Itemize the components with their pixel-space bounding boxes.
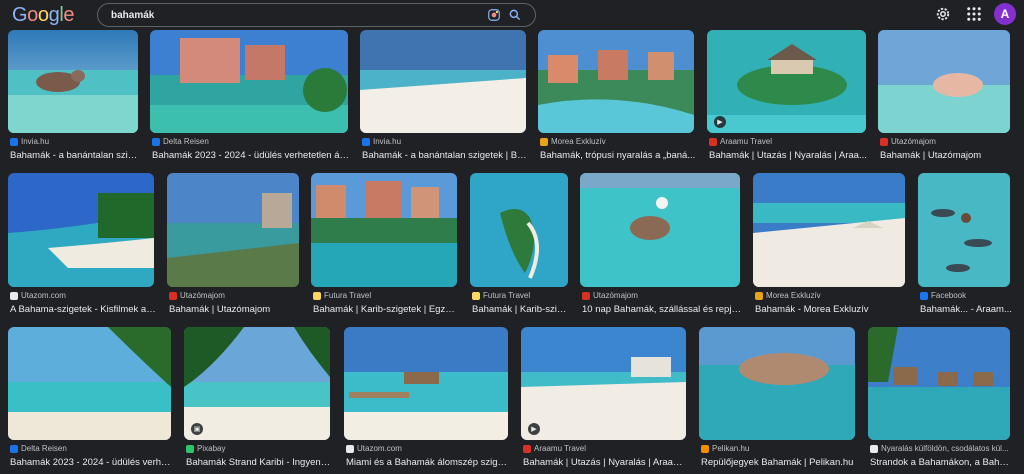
result-image[interactable] — [699, 327, 855, 440]
result-title[interactable]: Bahamák | Karib-szig... — [472, 304, 570, 315]
search-input[interactable]: bahamák — [111, 10, 154, 21]
image-badge-icon: ▶ — [528, 423, 540, 435]
result-title[interactable]: Bahamák... - Araam... — [920, 304, 1012, 315]
result-source: Utazom.com — [346, 444, 402, 453]
result-title[interactable]: Bahamák - a banántalan szigetek | Blo... — [10, 150, 140, 161]
favicon-icon — [10, 137, 18, 146]
result-image[interactable] — [167, 173, 299, 287]
result-image[interactable] — [868, 327, 1010, 440]
result-source: Morea Exkluzív — [755, 291, 821, 300]
favicon-icon — [523, 444, 531, 453]
result-title[interactable]: Bahamák | Karib-szigetek | Egzot... — [313, 304, 459, 315]
result-source: Pixabay — [186, 444, 225, 453]
result-title[interactable]: Bahamák 2023 - 2024 - üdülés verhetetlen… — [152, 150, 350, 161]
result-image[interactable] — [918, 173, 1010, 287]
result-image[interactable] — [344, 327, 508, 440]
favicon-icon — [920, 291, 928, 300]
favicon-icon — [472, 291, 480, 300]
image-badge-icon: ▣ — [191, 423, 203, 435]
result-title[interactable]: A Bahama-szigetek - Kisfilmek a ... — [10, 304, 156, 315]
result-title[interactable]: 10 nap Bahamák, szállással és repje... — [582, 304, 742, 315]
result-source: Futura Travel — [313, 291, 371, 300]
result-image[interactable] — [184, 327, 330, 440]
favicon-icon — [346, 444, 354, 453]
result-image[interactable] — [150, 30, 348, 133]
result-title[interactable]: Bahamák | Utazómajom — [169, 304, 301, 315]
result-image[interactable] — [8, 173, 154, 287]
result-source: Utazómajom — [169, 291, 225, 300]
top-bar: Google bahamák A — [0, 0, 1024, 30]
result-source: Utazom.com — [10, 291, 66, 300]
result-image[interactable] — [360, 30, 526, 133]
search-icon[interactable] — [508, 8, 522, 22]
result-image[interactable] — [311, 173, 457, 287]
result-title[interactable]: Bahamák - Morea Exkluzív — [755, 304, 907, 315]
result-image[interactable] — [538, 30, 694, 133]
favicon-icon — [10, 444, 18, 453]
google-logo[interactable]: Google — [12, 4, 75, 27]
result-image[interactable] — [470, 173, 568, 287]
result-title[interactable]: Bahamák 2023 - 2024 - üdülés verhet... — [10, 457, 173, 468]
favicon-icon — [313, 291, 321, 300]
result-title[interactable]: Bahamák | Utazás | Nyaralás | Araam... — [523, 457, 688, 468]
result-title[interactable]: Strandok a Bahamákon, a Baha... — [870, 457, 1012, 468]
result-image[interactable] — [8, 327, 171, 440]
favicon-icon — [10, 291, 18, 300]
favicon-icon — [169, 291, 177, 300]
favicon-icon — [755, 291, 763, 300]
result-source: Invia.hu — [362, 137, 401, 146]
apps-grid-icon[interactable] — [965, 5, 983, 23]
result-image[interactable] — [707, 30, 866, 133]
account-avatar[interactable]: A — [994, 3, 1016, 25]
result-source: Facebook — [920, 291, 966, 300]
result-title[interactable]: Miami és a Bahamák álomszép sziget... — [346, 457, 510, 468]
favicon-icon — [582, 291, 590, 300]
favicon-icon — [870, 444, 878, 453]
favicon-icon — [880, 137, 888, 146]
search-box[interactable]: bahamák — [97, 3, 536, 27]
result-image[interactable] — [878, 30, 1010, 133]
result-image[interactable] — [753, 173, 905, 287]
favicon-icon — [540, 137, 548, 146]
result-source: Invia.hu — [10, 137, 49, 146]
result-image[interactable] — [8, 30, 138, 133]
result-source: Araamu Travel — [523, 444, 586, 453]
result-title[interactable]: Bahamák Strand Karibi - Ingyene... — [186, 457, 332, 468]
result-source: Futura Travel — [472, 291, 530, 300]
result-source: Pelikan.hu — [701, 444, 749, 453]
favicon-icon — [362, 137, 370, 146]
favicon-icon — [152, 137, 160, 146]
favicon-icon — [186, 444, 194, 453]
settings-gear-icon[interactable] — [934, 5, 952, 23]
result-source: Nyaralás külföldön, csodálatos kül... — [870, 444, 1009, 453]
result-source: Delta Reisen — [152, 137, 209, 146]
result-image[interactable] — [521, 327, 686, 440]
result-source: Delta Reisen — [10, 444, 67, 453]
result-image[interactable] — [580, 173, 740, 287]
favicon-icon — [709, 137, 717, 146]
result-title[interactable]: Bahamák | Utazómajom — [880, 150, 1012, 161]
result-title[interactable]: Bahamák, trópusi nyaralás a „baná... — [540, 150, 696, 161]
result-source: Araamu Travel — [709, 137, 772, 146]
result-source: Utazómajom — [582, 291, 638, 300]
favicon-icon — [701, 444, 709, 453]
result-title[interactable]: Bahamák | Utazás | Nyaralás | Araa... — [709, 150, 868, 161]
result-source: Morea Exkluzív — [540, 137, 606, 146]
result-title[interactable]: Repülőjegyek Bahamák | Pelikan.hu — [701, 457, 857, 468]
lens-icon[interactable] — [487, 8, 501, 22]
result-source: Utazómajom — [880, 137, 936, 146]
image-badge-icon: ▶ — [714, 116, 726, 128]
result-title[interactable]: Bahamák - a banántalan szigetek | Blo... — [362, 150, 528, 161]
